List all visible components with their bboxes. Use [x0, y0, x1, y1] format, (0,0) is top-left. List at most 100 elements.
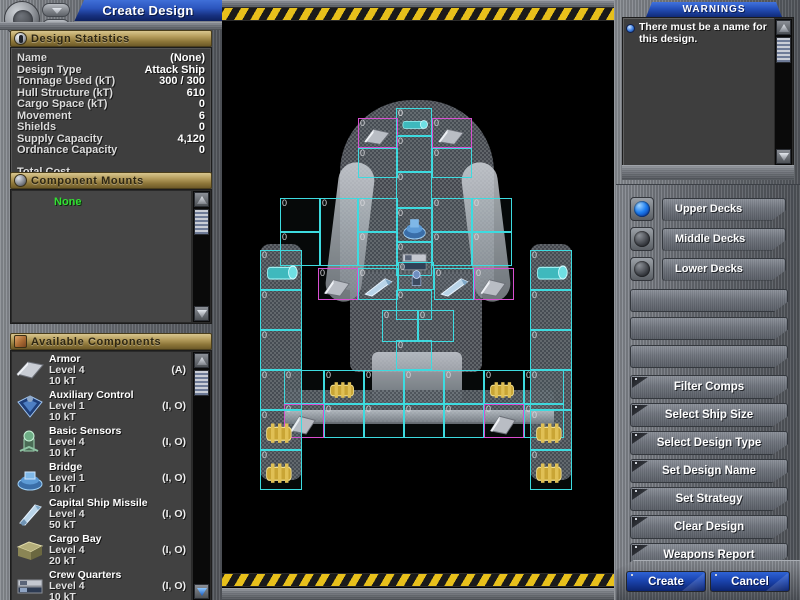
button-dot-icon	[635, 546, 637, 548]
radio-button[interactable]	[630, 257, 654, 281]
ship-grid-cell[interactable]: 0	[260, 450, 302, 490]
ship-grid-cell[interactable]: 0	[260, 370, 302, 410]
list-item[interactable]: Capital Ship MissileLevel 450 kT(I, O)	[12, 496, 191, 532]
create-button[interactable]: Create	[626, 571, 706, 592]
list-item[interactable]: BridgeLevel 110 kT(I, O)	[12, 460, 191, 496]
button-dot-icon	[631, 574, 633, 576]
list-item[interactable]: ArmorLevel 410 kT(A)	[12, 352, 191, 388]
component-mount-tag: (I, O)	[162, 473, 186, 484]
select-design-type-button[interactable]: Select Design Type	[630, 431, 788, 455]
ship-grid-cell[interactable]: 0	[320, 198, 358, 266]
deck-option-slab[interactable]: Lower Decks	[662, 258, 786, 281]
component-mounts-list[interactable]: None	[11, 190, 192, 323]
ship-grid-cell[interactable]: 0	[530, 250, 572, 290]
design-statistics-body: Name(None)Design TypeAttack ShipTonnage …	[10, 47, 212, 187]
button-dot-icon	[635, 518, 637, 520]
ship-grid-cell[interactable]: 0	[318, 268, 358, 300]
empty-slot[interactable]	[630, 345, 788, 368]
ship-grid-cell[interactable]: 0	[432, 118, 472, 148]
list-item[interactable]: Crew QuartersLevel 410 kT(I, O)	[12, 568, 191, 600]
ship-grid-cell[interactable]: 0	[260, 290, 302, 330]
cancel-button[interactable]: Cancel	[710, 571, 790, 592]
available-components-list[interactable]: ArmorLevel 410 kT(A)Auxiliary ControlLev…	[11, 351, 192, 600]
warning-item[interactable]: There must be a name for this design.	[626, 22, 769, 45]
scrollbar-thumb[interactable]	[194, 370, 209, 396]
ship-grid-cell[interactable]: 0	[530, 370, 572, 410]
ship-design-viewport[interactable]: 0000000000000000000000000000000000000000…	[222, 0, 614, 600]
warnings-list[interactable]: There must be a name for this design.	[623, 18, 771, 166]
set-strategy-button[interactable]: Set Strategy	[630, 487, 788, 511]
ship-grid-cell[interactable]: 0	[404, 404, 444, 438]
deck-option-upper-decks[interactable]: Upper Decks	[630, 197, 786, 221]
scroll-down-button[interactable]	[194, 584, 209, 599]
ship-grid-cell[interactable]: 0	[404, 370, 444, 404]
ship-grid-cell[interactable]: 0	[358, 198, 398, 232]
scroll-down-button[interactable]	[194, 306, 209, 321]
warnings-scrollbar[interactable]	[774, 18, 793, 166]
scrollbar-thumb[interactable]	[776, 37, 791, 63]
ship-grid-cell[interactable]: 0	[472, 232, 512, 266]
radio-button[interactable]	[630, 227, 654, 251]
radio-button[interactable]	[630, 197, 654, 221]
scroll-up-button[interactable]	[776, 20, 791, 35]
list-item[interactable]: Auxiliary ControlLevel 110 kT(I, O)	[12, 388, 191, 424]
filter-comps-button[interactable]: Filter Comps	[630, 375, 788, 399]
deck-option-slab[interactable]: Middle Decks	[662, 228, 786, 251]
ship-grid-cell[interactable]: 0	[530, 290, 572, 330]
select-ship-size-button[interactable]: Select Ship Size	[630, 403, 788, 427]
ship-grid-cell[interactable]: 0	[396, 136, 432, 172]
ship-grid-cell[interactable]: 0	[382, 310, 418, 342]
set-design-name-button[interactable]: Set Design Name	[630, 459, 788, 483]
ship-grid-cell[interactable]: 0	[396, 340, 432, 370]
scrollbar-thumb[interactable]	[194, 209, 209, 235]
ship-grid-cell[interactable]: 0	[444, 370, 484, 404]
component-mount-tag: (I, O)	[162, 581, 186, 592]
ship-grid-cell[interactable]: 0	[474, 268, 514, 300]
list-item[interactable]: Cargo BayLevel 420 kT(I, O)	[12, 532, 191, 568]
deck-option-middle-decks[interactable]: Middle Decks	[630, 227, 786, 251]
ship-grid-cell[interactable]: 0	[358, 268, 398, 300]
ship-grid-cell[interactable]: 0	[358, 232, 398, 266]
ship-grid-cell[interactable]: 0	[396, 172, 432, 208]
empty-slot[interactable]	[630, 289, 788, 312]
ship-grid-cell[interactable]: 0	[434, 268, 474, 300]
ship-grid-cell[interactable]: 0	[432, 148, 472, 178]
mounted-component-icon	[264, 417, 299, 448]
deck-option-lower-decks[interactable]: Lower Decks	[630, 257, 786, 281]
ship-grid-cell[interactable]: 0	[260, 250, 302, 290]
ship-grid-cell[interactable]: 0	[530, 410, 572, 450]
ship-grid-cell[interactable]: 0	[364, 370, 404, 404]
ship-grid-cell[interactable]: 0	[358, 118, 398, 148]
ship-grid-cell[interactable]: 0	[260, 410, 302, 450]
ship-grid-cell[interactable]: 0	[530, 330, 572, 370]
ship-grid-cell[interactable]: 0	[324, 370, 364, 404]
empty-slot[interactable]	[630, 317, 788, 340]
ship-grid-cell[interactable]: 0	[280, 198, 320, 232]
component-mounts-scrollbar[interactable]	[192, 190, 211, 323]
ship-grid-cell[interactable]: 0	[324, 404, 364, 438]
ship-grid-cell[interactable]: 0	[364, 404, 404, 438]
ship-grid-cell[interactable]: 0	[418, 310, 454, 342]
ship-grid-cell[interactable]: 0	[472, 198, 512, 232]
ship-grid-cell[interactable]: 0	[432, 232, 472, 266]
scroll-up-button[interactable]	[194, 192, 209, 207]
scroll-up-button[interactable]	[42, 3, 70, 17]
ship-grid-cell[interactable]: 0	[260, 330, 302, 370]
sphere-icon	[14, 174, 27, 187]
ship-grid-cell[interactable]: 0	[396, 108, 432, 136]
ship-grid-cell[interactable]: 0	[396, 208, 432, 242]
ship-grid-cell[interactable]: 0	[484, 370, 524, 404]
ship-grid-cell[interactable]: 0	[358, 148, 398, 178]
available-components-scrollbar[interactable]	[192, 351, 211, 600]
scroll-down-button[interactable]	[776, 149, 791, 164]
ship-grid-cell[interactable]: 0	[484, 404, 524, 438]
scroll-up-button[interactable]	[194, 353, 209, 368]
ship-layout-stage[interactable]: 0000000000000000000000000000000000000000…	[222, 22, 614, 572]
clear-design-button[interactable]: Clear Design	[630, 515, 788, 539]
ship-grid-cell[interactable]: 0	[530, 450, 572, 490]
ship-grid-cell[interactable]: 0	[444, 404, 484, 438]
deck-option-slab[interactable]: Upper Decks	[662, 198, 786, 221]
list-item[interactable]: Basic SensorsLevel 410 kT(I, O)	[12, 424, 191, 460]
ship-grid-cell[interactable]: 0	[398, 262, 434, 290]
ship-grid-cell[interactable]: 0	[432, 198, 472, 232]
